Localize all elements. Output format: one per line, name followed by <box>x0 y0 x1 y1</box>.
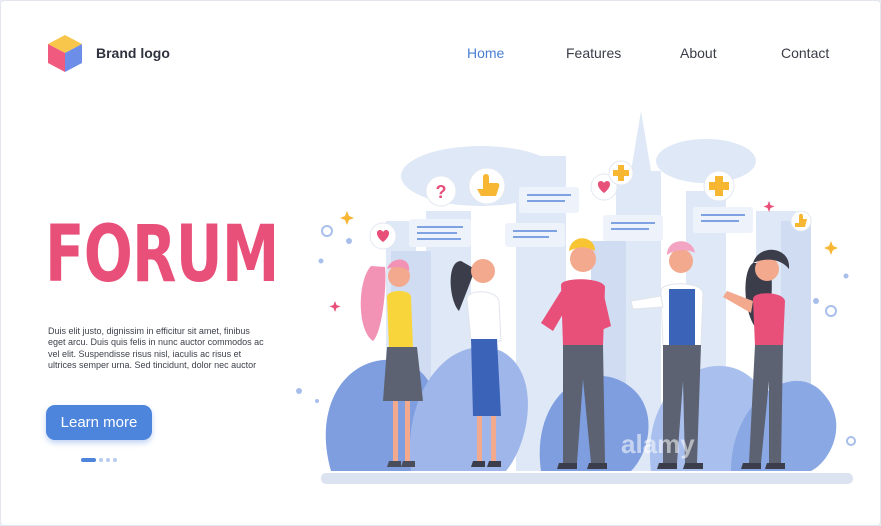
watermark-text: alamy <box>621 429 695 459</box>
carousel-dot[interactable] <box>99 458 103 462</box>
cube-logo-icon <box>48 35 82 72</box>
question-reaction-icon: ? <box>425 175 457 207</box>
learn-more-button[interactable]: Learn more <box>46 405 152 440</box>
brand[interactable]: Brand logo <box>46 33 170 73</box>
ground-bar <box>321 473 853 484</box>
nav-about[interactable]: About <box>680 45 717 61</box>
carousel-indicator <box>81 458 117 462</box>
brand-name: Brand logo <box>96 45 170 61</box>
landing-page: Brand logo Home Features About Contact F… <box>0 0 881 526</box>
plus-reaction-icon <box>608 160 634 186</box>
carousel-dot[interactable] <box>113 458 117 462</box>
hero-title: FORUM <box>45 210 279 300</box>
carousel-dot-active[interactable] <box>81 458 96 462</box>
plus-reaction-icon <box>703 170 735 202</box>
hero-description: Duis elit justo, dignissim in efficitur … <box>48 326 264 370</box>
nav-features[interactable]: Features <box>566 45 621 61</box>
svg-text:?: ? <box>436 182 447 202</box>
forum-illustration: ? alamy <box>291 101 871 491</box>
nav-home[interactable]: Home <box>467 45 504 61</box>
carousel-dot[interactable] <box>106 458 110 462</box>
thumbs-up-reaction-icon <box>468 167 506 205</box>
nav-contact[interactable]: Contact <box>781 45 829 61</box>
heart-reaction-icon <box>369 222 397 250</box>
people-chatting-illustration: ? alamy <box>296 111 856 484</box>
thumbs-up-reaction-icon <box>790 210 812 232</box>
